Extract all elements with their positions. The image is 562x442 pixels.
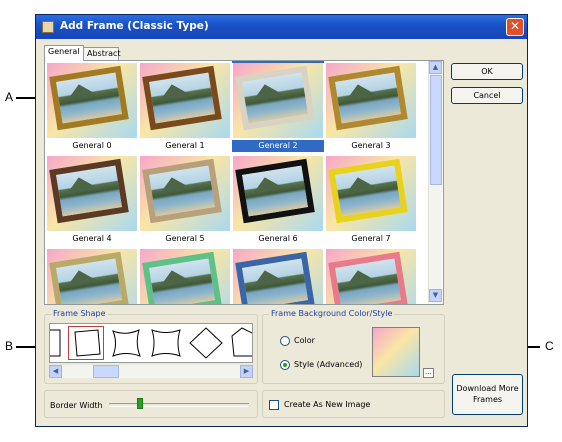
frame-thumbnail[interactable]: General 6 — [232, 153, 324, 247]
frame-thumbnail[interactable] — [46, 246, 138, 304]
frame-preview-image — [326, 249, 416, 304]
shape-option[interactable] — [50, 326, 64, 360]
create-new-image-group: Create As New Image — [262, 390, 445, 418]
frame-thumbnail[interactable]: General 5 — [139, 153, 231, 247]
frame-preview-image — [233, 156, 323, 231]
frame-background-legend: Frame Background Color/Style — [269, 309, 395, 318]
callout-c: C — [545, 339, 554, 353]
download-more-frames-button[interactable]: Download More Frames — [452, 374, 523, 415]
shape-option-selected[interactable] — [68, 326, 104, 360]
title-bar[interactable]: Add Frame (Classic Type) ✕ — [36, 15, 527, 39]
callout-a: A — [5, 90, 14, 104]
frame-preview-image — [233, 249, 323, 304]
scroll-down-button[interactable]: ▼ — [429, 289, 442, 302]
border-width-group: Border Width — [44, 390, 258, 418]
scroll-up-button[interactable]: ▲ — [429, 61, 442, 74]
tab-general[interactable]: General — [44, 45, 84, 61]
scroll-thumb[interactable] — [93, 365, 119, 378]
shape-option[interactable] — [108, 326, 144, 360]
frame-thumbnail[interactable]: General 1 — [139, 61, 231, 154]
create-new-image-checkbox[interactable] — [269, 400, 279, 410]
frame-thumbnail[interactable]: General 2 — [232, 61, 324, 154]
background-more-button[interactable]: ... — [423, 368, 434, 378]
frame-preview-image — [140, 63, 230, 138]
frame-thumbnail[interactable]: General 4 — [46, 153, 138, 247]
style-advanced-label: Style (Advanced) — [294, 360, 363, 369]
frame-shape-strip — [49, 323, 253, 363]
create-new-image-label: Create As New Image — [284, 400, 371, 409]
frame-thumbnail-label: General 6 — [258, 234, 298, 243]
color-radio[interactable] — [280, 336, 290, 346]
color-option-label: Color — [294, 336, 315, 345]
frame-thumbnail[interactable]: General 3 — [325, 61, 417, 154]
ok-button[interactable]: OK — [451, 63, 523, 80]
window-title: Add Frame (Classic Type) — [60, 20, 209, 32]
frame-preview-image — [326, 63, 416, 138]
callout-a-line — [16, 97, 36, 99]
frame-preview-image — [47, 156, 137, 231]
frame-preview-image — [47, 249, 137, 304]
frame-preview-image — [233, 63, 323, 138]
background-preview[interactable] — [372, 327, 420, 377]
frame-preview-image — [140, 249, 230, 304]
frame-preview-image — [326, 156, 416, 231]
shape-scrollbar[interactable]: ◀ ▶ — [49, 365, 253, 378]
cancel-button[interactable]: Cancel — [451, 87, 523, 104]
frame-thumbnail[interactable] — [139, 246, 231, 304]
border-width-label: Border Width — [50, 401, 103, 410]
frame-thumbnail[interactable] — [325, 246, 417, 304]
tab-abstract[interactable]: Abstract — [83, 47, 121, 61]
frame-thumbnail[interactable]: General 0 — [46, 61, 138, 154]
frame-shape-group: Frame Shape ◀ ▶ — [44, 309, 258, 384]
frame-thumbnail[interactable] — [232, 246, 324, 304]
gallery-scrollbar[interactable]: ▲ ▼ — [428, 61, 442, 303]
scroll-left-button[interactable]: ◀ — [49, 365, 62, 378]
frame-gallery: General 0 General 1 General 2 General 3 Gene… — [44, 60, 444, 305]
frame-thumbnail-label: General 3 — [351, 141, 391, 150]
frame-thumbnail-label: General 0 — [72, 141, 112, 150]
border-width-track — [109, 403, 249, 407]
add-frame-dialog: Add Frame (Classic Type) ✕ General Abstr… — [35, 14, 528, 427]
shape-option[interactable] — [188, 326, 224, 360]
shape-option[interactable] — [148, 326, 184, 360]
frame-thumbnail-label: General 1 — [165, 141, 205, 150]
frame-thumbnail-label: General 2 — [232, 140, 324, 152]
app-icon — [42, 21, 54, 33]
frame-background-group: Frame Background Color/Style Color Style… — [262, 309, 445, 384]
frame-thumbnail-label: General 4 — [72, 234, 112, 243]
frame-preview-image — [47, 63, 137, 138]
frame-shape-legend: Frame Shape — [51, 309, 108, 318]
scroll-thumb[interactable] — [430, 75, 442, 185]
frame-thumbnail[interactable]: General 7 — [325, 153, 417, 247]
frame-thumbnail-label: General 7 — [351, 234, 391, 243]
shape-option[interactable] — [228, 326, 252, 360]
close-button[interactable]: ✕ — [506, 18, 524, 36]
style-advanced-radio[interactable] — [280, 360, 290, 370]
border-width-slider-thumb[interactable] — [137, 398, 143, 409]
callout-b: B — [5, 339, 14, 353]
frame-preview-image — [140, 156, 230, 231]
frame-thumbnail-label: General 5 — [165, 234, 205, 243]
scroll-right-button[interactable]: ▶ — [240, 365, 253, 378]
